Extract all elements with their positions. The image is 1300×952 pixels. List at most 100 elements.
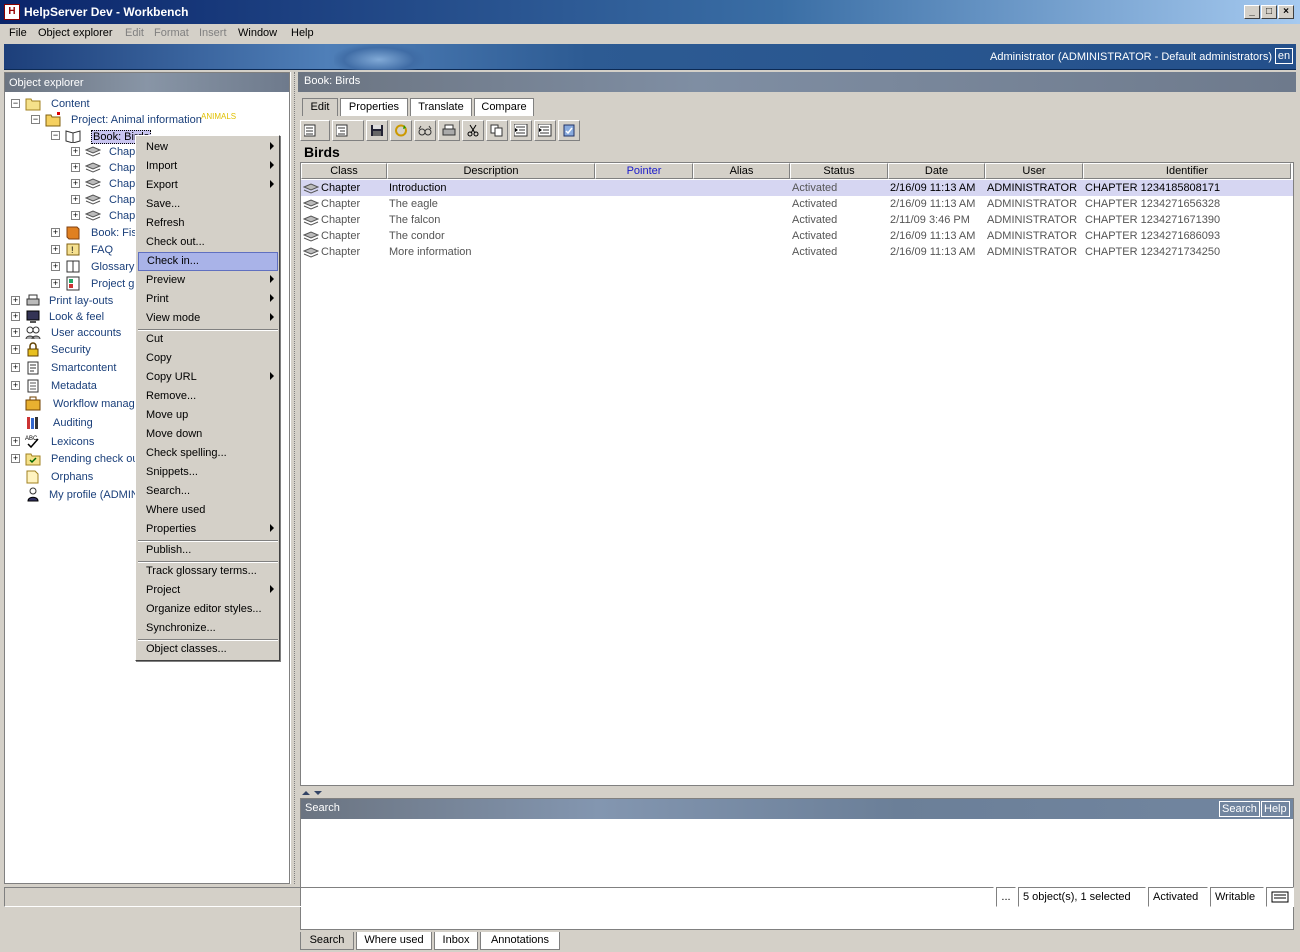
tab-properties[interactable]: Properties [340, 98, 408, 116]
menu-item-check-spelling[interactable]: Check spelling... [138, 444, 278, 463]
table-row[interactable]: Chapter The falcon Activated 2/11/09 3:4… [301, 212, 1293, 228]
expand-icon[interactable]: + [71, 147, 80, 156]
table-row[interactable]: Chapter The condor Activated 2/16/09 11:… [301, 228, 1293, 244]
tree-node-project[interactable]: − Project: Animal information ANIMALS [5, 112, 285, 128]
table-row[interactable]: Chapter More information Activated 2/16/… [301, 244, 1293, 260]
table-row[interactable]: Chapter Introduction Activated 2/16/09 1… [301, 180, 1293, 196]
menu-item-export[interactable]: Export [138, 176, 278, 195]
refresh-button[interactable] [390, 120, 412, 141]
menu-item-view-mode[interactable]: View mode [138, 309, 278, 328]
help-button[interactable]: Help [1261, 801, 1290, 817]
expand-icon[interactable]: + [51, 279, 60, 288]
collapse-icon[interactable]: − [31, 115, 40, 124]
menu-item-object-classes[interactable]: Object classes... [138, 640, 278, 659]
tab-annotations[interactable]: Annotations [480, 932, 560, 950]
menu-item-organize-styles[interactable]: Organize editor styles... [138, 600, 278, 619]
menu-item-import[interactable]: Import [138, 157, 278, 176]
indent-button[interactable] [534, 120, 556, 141]
menu-item-properties[interactable]: Properties [138, 520, 278, 539]
search-button[interactable]: Search [1219, 801, 1260, 817]
column-header-date[interactable]: Date [888, 163, 985, 179]
expand-icon[interactable]: + [51, 245, 60, 254]
minimize-button[interactable]: _ [1244, 5, 1260, 19]
table-row[interactable]: Chapter The eagle Activated 2/16/09 11:1… [301, 196, 1293, 212]
menu-item-print[interactable]: Print [138, 290, 278, 309]
menu-item-move-up[interactable]: Move up [138, 406, 278, 425]
expand-icon[interactable]: + [11, 296, 20, 305]
column-header-pointer[interactable]: Pointer [595, 163, 693, 179]
expand-icon[interactable]: + [71, 195, 80, 204]
menu-object-explorer[interactable]: Object explorer [38, 27, 113, 39]
language-button[interactable]: en [1275, 48, 1293, 64]
collapse-icon[interactable]: − [51, 131, 60, 140]
menu-item-preview[interactable]: Preview [138, 271, 278, 290]
maximize-button[interactable]: □ [1261, 5, 1277, 19]
expand-icon[interactable]: + [51, 262, 60, 271]
menu-item-copy-url[interactable]: Copy URL [138, 368, 278, 387]
column-header-description[interactable]: Description [387, 163, 595, 179]
copy-button[interactable] [486, 120, 508, 141]
preview-button[interactable] [414, 120, 436, 141]
svg-text:!: ! [71, 245, 74, 255]
menu-item-move-down[interactable]: Move down [138, 425, 278, 444]
menu-help[interactable]: Help [291, 27, 314, 39]
horizontal-splitter[interactable] [300, 788, 1294, 796]
check-in-button[interactable] [558, 120, 580, 141]
menu-item-refresh[interactable]: Refresh [138, 214, 278, 233]
outdent-button[interactable] [510, 120, 532, 141]
menu-item-snippets[interactable]: Snippets... [138, 463, 278, 482]
menu-item-check-in[interactable]: Check in... [138, 252, 278, 271]
expand-icon[interactable]: + [11, 363, 20, 372]
column-header-alias[interactable]: Alias [693, 163, 790, 179]
expand-icon[interactable]: + [71, 211, 80, 220]
vertical-splitter[interactable] [290, 72, 298, 884]
menu-item-where-used[interactable]: Where used [138, 501, 278, 520]
column-header-class[interactable]: Class [301, 163, 387, 179]
column-header-status[interactable]: Status [790, 163, 888, 179]
tab-edit[interactable]: Edit [302, 98, 338, 116]
close-button[interactable]: × [1278, 5, 1294, 19]
column-header-identifier[interactable]: Identifier [1083, 163, 1291, 179]
menu-item-new[interactable]: New [138, 138, 278, 157]
tab-compare[interactable]: Compare [474, 98, 534, 116]
menu-item-search[interactable]: Search... [138, 482, 278, 501]
menu-item-remove[interactable]: Remove... [138, 387, 278, 406]
menu-item-save[interactable]: Save... [138, 195, 278, 214]
cut-button[interactable] [462, 120, 484, 141]
collapse-arrows-icon[interactable] [300, 789, 330, 797]
tab-translate[interactable]: Translate [410, 98, 472, 116]
expand-icon[interactable]: + [11, 437, 20, 446]
expand-icon[interactable]: + [11, 345, 20, 354]
expand-icon[interactable]: + [11, 328, 20, 337]
menu-format[interactable]: Format [154, 27, 189, 39]
status-keyboard-button[interactable] [1266, 887, 1294, 907]
menu-file[interactable]: File [9, 27, 27, 39]
menu-insert[interactable]: Insert [199, 27, 227, 39]
menu-item-track-glossary[interactable]: Track glossary terms... [138, 562, 278, 581]
column-header-user[interactable]: User [985, 163, 1083, 179]
insert-dropdown-button[interactable] [332, 120, 364, 141]
menu-item-publish[interactable]: Publish... [138, 541, 278, 560]
menu-item-check-out[interactable]: Check out... [138, 233, 278, 252]
expand-icon[interactable]: + [11, 454, 20, 463]
expand-icon[interactable]: + [71, 179, 80, 188]
menu-item-synchronize[interactable]: Synchronize... [138, 619, 278, 638]
menu-item-copy[interactable]: Copy [138, 349, 278, 368]
menu-edit[interactable]: Edit [125, 27, 144, 39]
tab-search[interactable]: Search [300, 932, 354, 950]
menu-window[interactable]: Window [238, 27, 277, 39]
menu-item-project[interactable]: Project [138, 581, 278, 600]
tree-node-content[interactable]: − Content [5, 96, 285, 112]
expand-icon[interactable]: + [11, 312, 20, 321]
tab-inbox[interactable]: Inbox [434, 932, 478, 950]
expand-icon[interactable]: + [71, 163, 80, 172]
menu-item-cut[interactable]: Cut [138, 330, 278, 349]
collapse-icon[interactable]: − [11, 99, 20, 108]
save-button[interactable] [366, 120, 388, 141]
new-dropdown-button[interactable] [300, 120, 330, 141]
expand-icon[interactable]: + [51, 228, 60, 237]
print-button[interactable] [438, 120, 460, 141]
expand-icon[interactable]: + [11, 381, 20, 390]
tab-where-used[interactable]: Where used [356, 932, 432, 950]
status-ellipsis-button[interactable]: ... [996, 887, 1016, 907]
